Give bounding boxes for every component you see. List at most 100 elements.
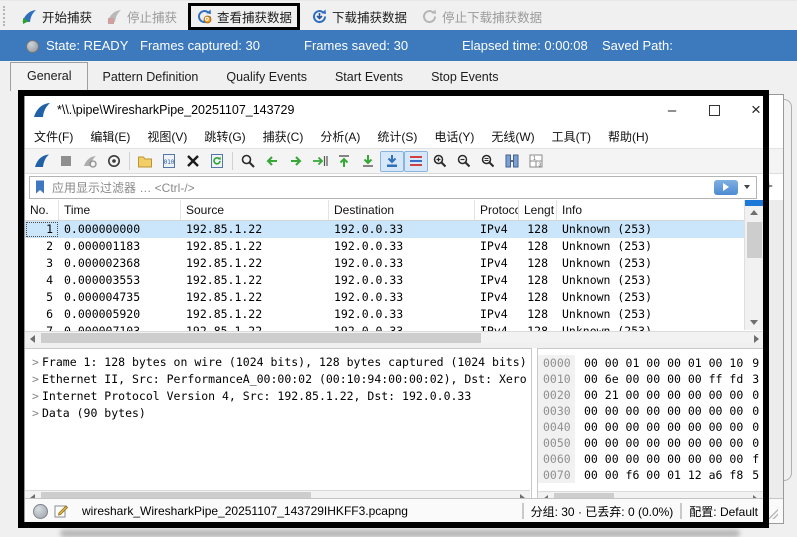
hex-row[interactable]: 003000 00 00 00 00 00 00 000	[538, 403, 764, 419]
tab-strip: General Pattern Definition Qualify Event…	[0, 61, 797, 91]
go-last-button[interactable]	[356, 151, 380, 172]
hex-row[interactable]: 006000 00 00 00 00 00 00 00f	[538, 451, 764, 467]
hex-row[interactable]: 001000 6e 00 00 00 00 ff fd3	[538, 371, 764, 387]
cell-destination: 192.0.0.33	[329, 323, 475, 331]
capture-comment-icon[interactable]	[54, 504, 68, 518]
column-source[interactable]: Source	[181, 200, 329, 220]
start-capture-button[interactable]: 开始捕获	[21, 7, 92, 26]
expert-info-icon[interactable]	[33, 504, 48, 519]
table-row[interactable]: 1 0.000000000 192.85.1.22 192.0.0.33 IPv…	[25, 221, 783, 238]
column-no[interactable]: No.	[25, 200, 59, 220]
detail-data[interactable]: Data (90 bytes)	[29, 405, 531, 422]
close-button-icon[interactable]	[749, 103, 763, 117]
maximize-button-icon[interactable]	[707, 103, 721, 117]
hex-bytes-pane: 000000 00 01 00 00 01 00 109 001000 6e 0…	[537, 348, 764, 498]
open-file-button[interactable]	[133, 151, 157, 172]
tab-start-events[interactable]: Start Events	[321, 64, 417, 91]
detail-frame[interactable]: Frame 1: 128 bytes on wire (1024 bits), …	[29, 354, 531, 371]
stop-square-icon	[58, 153, 74, 169]
close-file-button[interactable]	[181, 151, 205, 172]
menu-tools[interactable]: 工具(T)	[552, 128, 591, 145]
hex-row[interactable]: 000000 00 01 00 00 01 00 109	[538, 355, 764, 371]
column-time[interactable]: Time	[59, 200, 181, 220]
start-capture-button[interactable]	[30, 151, 54, 172]
cell-protocol: IPv4	[475, 255, 519, 272]
table-row[interactable]: 3 0.000002368 192.85.1.22 192.0.0.33 IPv…	[25, 255, 783, 272]
wireshark-statusbar: wireshark_WiresharkPipe_20251107_143729I…	[25, 498, 783, 523]
find-packet-button[interactable]	[236, 151, 260, 172]
table-row[interactable]: 4 0.000003553 192.85.1.22 192.0.0.33 IPv…	[25, 272, 783, 289]
capture-options-button[interactable]	[102, 151, 126, 172]
column-protocol[interactable]: Protoco	[475, 200, 519, 220]
scroll-up-icon[interactable]	[750, 210, 758, 215]
column-destination[interactable]: Destination	[329, 200, 475, 220]
menu-file[interactable]: 文件(F)	[34, 128, 73, 145]
menu-edit[interactable]: 编辑(E)	[90, 128, 130, 145]
download-capture-data-button[interactable]: 下载捕获数据	[311, 7, 407, 26]
toolbar-grip[interactable]	[3, 6, 10, 26]
saved-path-label: Saved Path:	[602, 38, 673, 53]
menu-help[interactable]: 帮助(H)	[608, 128, 649, 145]
reload-file-button[interactable]	[205, 151, 229, 172]
scroll-right-icon[interactable]	[754, 335, 759, 343]
toolbar-separator	[232, 152, 233, 170]
menu-view[interactable]: 视图(V)	[147, 128, 187, 145]
display-filter-input[interactable]: 应用显示过滤器 … <Ctrl-/>	[29, 176, 757, 199]
hex-row[interactable]: 005000 00 00 00 00 00 00 000	[538, 435, 764, 451]
frames-saved-label: Frames saved: 30	[304, 38, 408, 53]
resize-columns-button[interactable]	[500, 151, 524, 172]
zoom-out-button[interactable]	[452, 151, 476, 172]
add-filter-button[interactable]: +	[757, 178, 779, 197]
cell-no: 2	[25, 238, 59, 255]
menu-telephony[interactable]: 电话(Y)	[434, 128, 474, 145]
scrollbar-thumb[interactable]	[747, 222, 762, 258]
menu-analyze[interactable]: 分析(A)	[320, 128, 360, 145]
zoom-in-button[interactable]	[428, 151, 452, 172]
go-to-packet-button[interactable]	[308, 151, 332, 172]
layout-button[interactable]: 13	[524, 151, 548, 172]
resize-grip-icon[interactable]	[768, 509, 778, 519]
expand-chevron-icon[interactable]	[29, 371, 42, 388]
detail-ip[interactable]: Internet Protocol Version 4, Src: 192.85…	[29, 388, 531, 405]
expand-chevron-icon[interactable]	[29, 354, 42, 371]
tab-general[interactable]: General	[10, 62, 88, 91]
go-first-button[interactable]	[332, 151, 356, 172]
menu-go[interactable]: 跳转(G)	[204, 128, 245, 145]
menu-statistics[interactable]: 统计(S)	[377, 128, 417, 145]
minimize-button-icon[interactable]	[665, 103, 679, 117]
apply-arrow-icon	[723, 183, 729, 191]
scroll-down-icon[interactable]	[750, 320, 758, 325]
scrollbar-thumb[interactable]	[41, 333, 481, 343]
menu-wireless[interactable]: 无线(W)	[491, 128, 534, 145]
tab-stop-events[interactable]: Stop Events	[417, 64, 512, 91]
bookmark-icon[interactable]	[33, 179, 47, 195]
table-row[interactable]: 6 0.000005920 192.85.1.22 192.0.0.33 IPv…	[25, 306, 783, 323]
scroll-left-icon[interactable]	[30, 335, 35, 343]
zoom-reset-button[interactable]	[476, 151, 500, 172]
detail-ethernet[interactable]: Ethernet II, Src: PerformanceA_00:00:02 …	[29, 371, 531, 388]
hex-row[interactable]: 007000 00 f6 00 01 12 a6 f85	[538, 467, 764, 483]
column-length[interactable]: Lengt	[519, 200, 557, 220]
auto-scroll-toggle[interactable]	[380, 151, 404, 172]
view-capture-data-button[interactable]: 查看捕获数据	[188, 3, 300, 30]
tab-pattern-definition[interactable]: Pattern Definition	[88, 64, 212, 91]
wireshark-titlebar[interactable]: *\\.\pipe\WiresharkPipe_20251107_143729	[25, 95, 783, 125]
go-back-button[interactable]	[260, 151, 284, 172]
expand-chevron-icon[interactable]	[29, 405, 42, 422]
hex-row[interactable]: 002000 21 00 00 00 00 00 000	[538, 387, 764, 403]
colorize-toggle[interactable]	[404, 151, 428, 172]
go-forward-button[interactable]	[284, 151, 308, 172]
packet-list-vscrollbar[interactable]	[744, 200, 764, 330]
menu-capture[interactable]: 捕获(C)	[263, 128, 304, 145]
hex-row[interactable]: 004000 00 00 00 00 00 00 000	[538, 419, 764, 435]
arrow-bottom-icon	[360, 153, 376, 169]
filter-dropdown-caret-icon[interactable]	[744, 185, 750, 189]
apply-filter-button[interactable]	[714, 180, 738, 195]
tab-qualify-events[interactable]: Qualify Events	[212, 64, 321, 91]
profile-selector[interactable]: 配置: Default	[689, 503, 758, 520]
expand-chevron-icon[interactable]	[29, 388, 42, 405]
table-row[interactable]: 7 0.000007103 192.85.1.22 192.0.0.33 IPv…	[25, 323, 783, 331]
table-row[interactable]: 5 0.000004735 192.85.1.22 192.0.0.33 IPv…	[25, 289, 783, 306]
save-file-button[interactable]: 010	[157, 151, 181, 172]
table-row[interactable]: 2 0.000001183 192.85.1.22 192.0.0.33 IPv…	[25, 238, 783, 255]
